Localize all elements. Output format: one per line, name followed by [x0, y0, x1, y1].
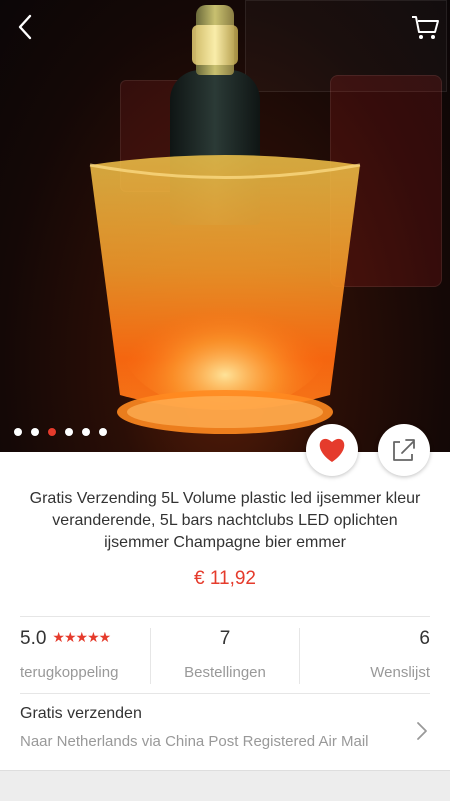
gallery-dot[interactable] — [82, 428, 90, 436]
footer-bar — [0, 770, 450, 801]
cart-button[interactable] — [408, 10, 442, 44]
chevron-right-icon — [417, 722, 427, 740]
product-image-gallery[interactable] — [0, 0, 450, 452]
gallery-pagination — [14, 428, 107, 436]
led-ice-bucket — [85, 150, 365, 440]
orders-label: Bestellingen — [184, 664, 266, 681]
orders-stat[interactable]: 7 Bestellingen — [150, 628, 300, 684]
wishlist-button[interactable] — [306, 424, 358, 476]
shipping-subtitle: Naar Netherlands via China Post Register… — [20, 733, 369, 750]
wishlist-stat[interactable]: 6 Wenslijst — [298, 628, 430, 684]
divider — [20, 693, 430, 694]
product-stats: 5.0 ★★★★★ terugkoppeling 7 Bestellingen 6… — [20, 628, 430, 684]
rating-value: 5.0 — [20, 628, 47, 649]
product-title: Gratis Verzending 5L Volume plastic led … — [29, 490, 421, 551]
heart-icon — [319, 438, 345, 462]
gallery-dot-active[interactable] — [48, 428, 56, 436]
rating-label: terugkoppeling — [20, 664, 119, 681]
shipping-title: Gratis verzenden — [20, 705, 142, 722]
shipping-row[interactable]: Gratis verzenden Naar Netherlands via Ch… — [20, 705, 430, 763]
back-button[interactable] — [8, 10, 42, 44]
share-button[interactable] — [378, 424, 430, 476]
share-icon — [393, 439, 415, 461]
product-price: € 11,92 — [194, 568, 256, 589]
gallery-dot[interactable] — [99, 428, 107, 436]
wishlist-label: Wenslijst — [370, 664, 430, 681]
gallery-dot[interactable] — [14, 428, 22, 436]
wishlist-value: 6 — [419, 628, 430, 649]
orders-value: 7 — [219, 628, 231, 649]
gallery-dot[interactable] — [31, 428, 39, 436]
rating-stars: ★★★★★ — [52, 629, 111, 645]
gallery-dot[interactable] — [65, 428, 73, 436]
cart-icon — [412, 16, 439, 39]
back-arrow-icon — [18, 14, 32, 40]
divider — [20, 616, 430, 617]
rating-stat[interactable]: 5.0 ★★★★★ terugkoppeling — [20, 628, 150, 684]
